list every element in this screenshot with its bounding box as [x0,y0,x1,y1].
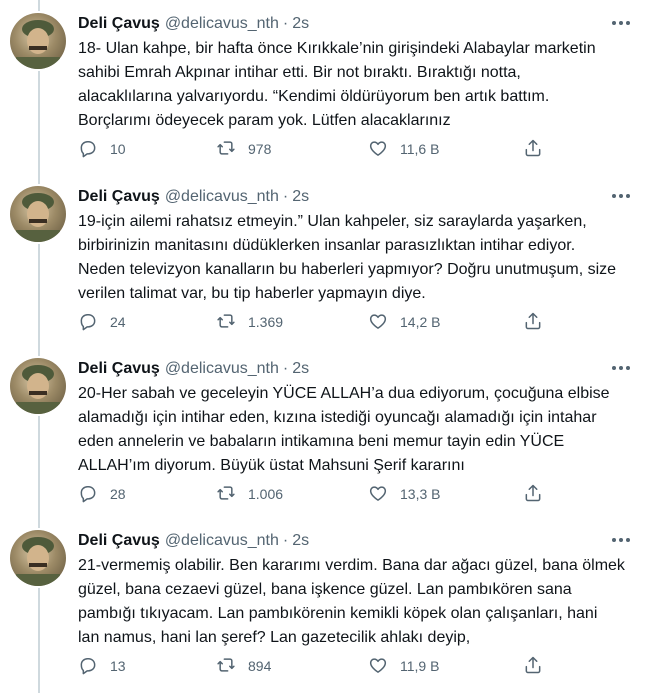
thread-line [38,348,40,356]
like-count: 13,3 B [400,486,441,502]
reply-button[interactable]: 13 [78,656,126,676]
author-handle[interactable]: @delicavus_nth [165,188,279,206]
tweet-text: 20-Her sabah ve geceleyin YÜCE ALLAH’a d… [78,385,610,474]
retweet-count: 978 [248,141,272,157]
retweet-icon [216,483,236,506]
share-button[interactable] [523,484,543,504]
heart-icon [368,311,388,334]
share-button[interactable] [523,139,543,159]
timestamp[interactable]: 2s [292,188,309,206]
like-count: 11,9 B [400,658,440,674]
avatar-image [16,193,60,242]
retweet-button[interactable]: 1.006 [216,484,283,504]
author-name[interactable]: Deli Çavuş [78,188,160,206]
avatar[interactable] [10,358,66,414]
more-icon[interactable] [610,359,632,377]
timestamp[interactable]: 2s [292,15,309,33]
retweet-icon [216,655,236,678]
retweet-icon [216,311,236,334]
thread-line [38,244,40,348]
retweet-icon [216,138,236,161]
share-icon [523,138,543,161]
share-icon [523,655,543,678]
thread-line [38,176,40,184]
tweet-actions: 24 1.369 14,2 B [78,312,558,332]
heart-icon [368,483,388,506]
reply-button[interactable]: 24 [78,312,126,332]
avatar-image [16,365,60,414]
more-icon[interactable] [610,14,632,32]
separator-dot: · [282,15,289,32]
author-name[interactable]: Deli Çavuş [78,360,160,378]
separator-dot: · [282,360,289,377]
like-count: 11,6 B [400,141,440,157]
share-icon [523,483,543,506]
avatar[interactable] [10,13,66,69]
timestamp[interactable]: 2s [292,360,309,378]
author-name[interactable]: Deli Çavuş [78,15,160,33]
retweet-count: 1.369 [248,314,284,330]
retweet-button[interactable]: 1.369 [216,312,283,332]
reply-icon [78,138,98,161]
reply-icon [78,311,98,334]
thread-line [38,416,40,520]
like-button[interactable]: 11,9 B [368,656,439,676]
tweet[interactable]: Deli Çavuş @delicavus_nth · 2s 19-için a… [0,176,650,348]
author-handle[interactable]: @delicavus_nth [165,360,279,378]
reply-icon [78,655,98,678]
thread-line [38,588,40,693]
share-button[interactable] [523,312,543,332]
avatar[interactable] [10,530,66,586]
author-name[interactable]: Deli Çavuş [78,532,160,550]
reply-count: 24 [110,314,126,330]
thread-line [38,0,40,11]
tweet-header: Deli Çavuş @delicavus_nth · 2s [78,13,309,35]
retweet-count: 894 [248,658,272,674]
share-button[interactable] [523,656,543,676]
reply-count: 13 [110,658,126,674]
heart-icon [368,138,388,161]
tweet-header: Deli Çavuş @delicavus_nth · 2s [78,530,309,552]
tweet-text: 21-vermemiş olabilir. Ben kararımı verdi… [78,557,625,646]
reply-count: 10 [110,141,126,157]
more-icon[interactable] [610,531,632,549]
retweet-button[interactable]: 978 [216,139,271,159]
thread-line [38,520,40,528]
like-button[interactable]: 13,3 B [368,484,440,504]
thread-line [38,71,40,176]
tweet-actions: 13 894 11,9 B [78,656,558,676]
author-handle[interactable]: @delicavus_nth [165,532,279,550]
tweet-text: 18- Ulan kahpe, bir hafta önce Kırıkkale… [78,40,596,129]
like-button[interactable]: 14,2 B [368,312,440,332]
retweet-button[interactable]: 894 [216,656,271,676]
separator-dot: · [282,188,289,205]
tweet[interactable]: Deli Çavuş @delicavus_nth · 2s 18- Ulan … [0,0,650,176]
tweet-text: 19-için ailemi rahatsız etmeyin.” Ulan k… [78,213,617,302]
heart-icon [368,655,388,678]
more-icon[interactable] [610,187,632,205]
reply-button[interactable]: 10 [78,139,126,159]
avatar-image [16,20,60,69]
tweet-actions: 10 978 11,6 B [78,139,558,159]
tweet[interactable]: Deli Çavuş @delicavus_nth · 2s 20-Her sa… [0,348,650,520]
timestamp[interactable]: 2s [292,532,309,550]
separator-dot: · [282,532,289,549]
retweet-count: 1.006 [248,486,284,502]
tweet-actions: 28 1.006 13,3 B [78,484,558,504]
reply-button[interactable]: 28 [78,484,126,504]
author-handle[interactable]: @delicavus_nth [165,15,279,33]
reply-count: 28 [110,486,126,502]
tweet-header: Deli Çavuş @delicavus_nth · 2s [78,186,309,208]
tweet-header: Deli Çavuş @delicavus_nth · 2s [78,358,309,380]
avatar[interactable] [10,186,66,242]
share-icon [523,311,543,334]
reply-icon [78,483,98,506]
like-button[interactable]: 11,6 B [368,139,439,159]
tweet[interactable]: Deli Çavuş @delicavus_nth · 2s 21-vermem… [0,520,650,693]
avatar-image [16,537,60,586]
like-count: 14,2 B [400,314,441,330]
